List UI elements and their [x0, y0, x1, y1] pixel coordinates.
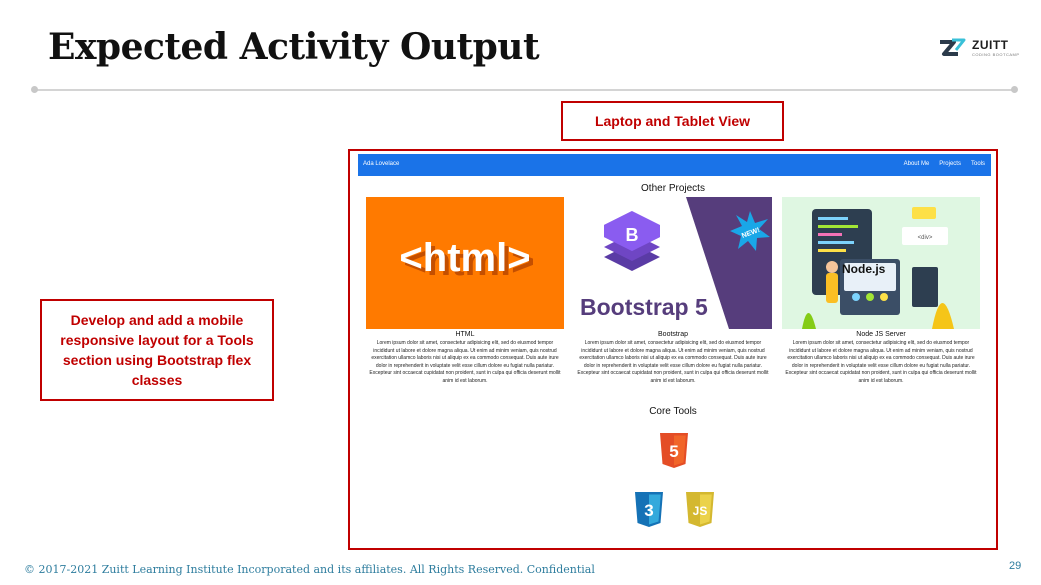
node-image-text: Node.js: [842, 262, 886, 276]
divider-dot-left: [31, 86, 38, 93]
website-preview: Ada Lovelace About Me Projects Tools Other…: [348, 149, 998, 550]
copyright-footer: © 2017-2021 Zuitt Learning Institute Inc…: [24, 563, 595, 576]
svg-text:B: B: [626, 225, 639, 245]
card-node-image: <div> Node.js: [782, 197, 980, 329]
html5-label: 5: [669, 442, 678, 461]
card-html-title: HTML: [455, 331, 475, 338]
card-node-title: Node JS Server: [856, 331, 906, 338]
title-divider: [34, 89, 1015, 91]
card-html-image: <html> <html>: [366, 197, 564, 329]
slide-title: Expected Activity Output: [48, 26, 540, 68]
preview-navbar: Ada Lovelace About Me Projects Tools: [358, 154, 991, 176]
card-bootstrap-title: Bootstrap: [658, 331, 688, 338]
nav-link-projects[interactable]: Projects: [939, 161, 961, 167]
html-logo-icon: <html> <html>: [399, 236, 534, 284]
other-projects-heading: Other Projects: [641, 183, 705, 194]
svg-text:<div>: <div>: [918, 235, 933, 241]
nav-link-about[interactable]: About Me: [904, 161, 930, 167]
bootstrap-logo-icon: NEW! B Bootstrap 5: [580, 197, 772, 329]
logo-subtext: CODING BOOTCAMP: [972, 52, 1020, 57]
js-label: JS: [693, 504, 708, 518]
navbar-brand[interactable]: Ada Lovelace: [363, 161, 399, 167]
card-node-text: Lorem ipsum dolor sit amet, consectetur …: [785, 340, 977, 384]
js-icon: JS: [686, 492, 714, 527]
logo-wordmark: ZUITT: [972, 38, 1009, 52]
zuitt-logo-icon: [940, 38, 966, 56]
card-bootstrap-image: NEW! B Bootstrap 5: [574, 197, 772, 329]
core-tools-heading: Core Tools: [649, 406, 697, 417]
callout-instructions: Develop and add a mobile responsive layo…: [40, 299, 274, 401]
card-bootstrap-text: Lorem ipsum dolor sit amet, consectetur …: [577, 340, 769, 384]
callout-laptop-tablet: Laptop and Tablet View: [561, 101, 784, 141]
divider-dot-right: [1011, 86, 1018, 93]
card-html-text: Lorem ipsum dolor sit amet, consectetur …: [369, 340, 561, 384]
zuitt-logo: ZUITT CODING BOOTCAMP: [938, 36, 1020, 62]
nodejs-illustration-icon: <div> Node.js: [802, 207, 954, 329]
bootstrap-image-text: Bootstrap 5: [580, 294, 708, 320]
html-image-text: <html>: [399, 236, 530, 280]
nav-link-tools[interactable]: Tools: [971, 161, 985, 167]
css3-label: 3: [644, 501, 653, 520]
navbar-links: About Me Projects Tools: [894, 161, 985, 167]
css3-icon: 3: [635, 492, 663, 527]
html5-icon: 5: [660, 433, 688, 468]
page-number: 29: [1009, 560, 1022, 572]
